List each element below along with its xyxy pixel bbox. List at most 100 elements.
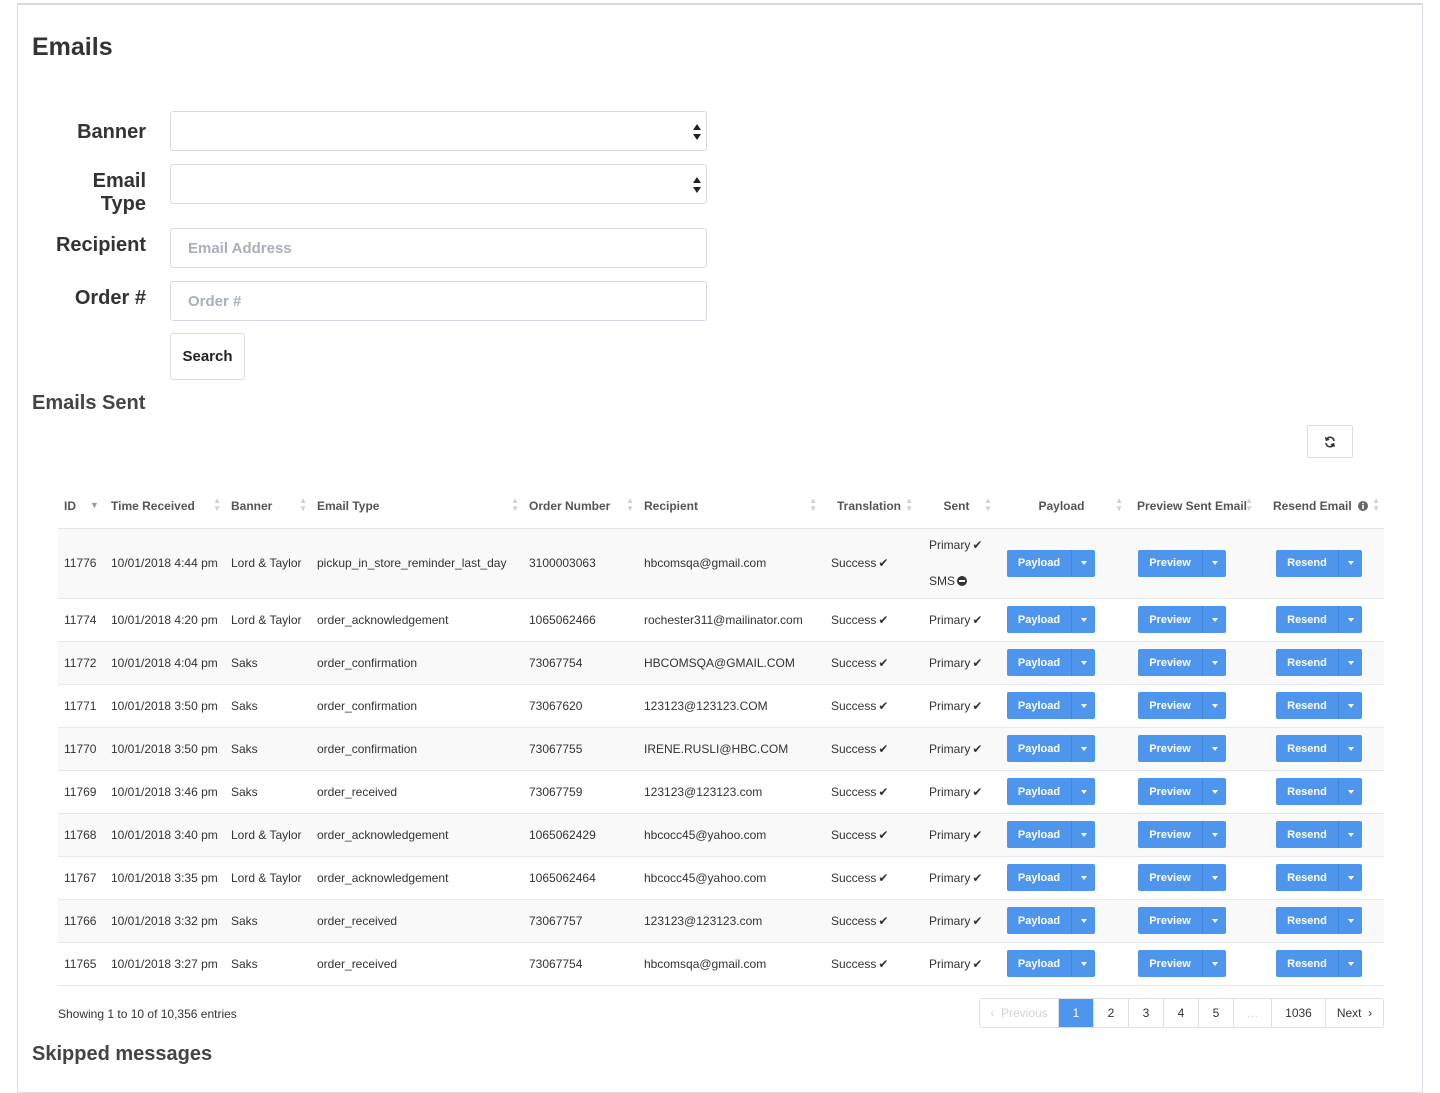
preview-dropdown-toggle[interactable] bbox=[1203, 692, 1226, 719]
preview-dropdown-toggle[interactable] bbox=[1203, 950, 1226, 977]
resend-dropdown-toggle[interactable] bbox=[1339, 864, 1362, 891]
payload-button[interactable]: Payload bbox=[1007, 692, 1072, 719]
preview-button[interactable]: Preview bbox=[1138, 649, 1203, 676]
payload-button[interactable]: Payload bbox=[1007, 549, 1072, 577]
preview-button[interactable]: Preview bbox=[1138, 864, 1203, 891]
resend-button[interactable]: Resend bbox=[1276, 649, 1339, 676]
preview-button[interactable]: Preview bbox=[1138, 549, 1203, 577]
payload-dropdown-toggle[interactable] bbox=[1072, 864, 1095, 891]
col-header-translation[interactable]: Translation ▲ ▼ bbox=[821, 484, 917, 529]
preview-dropdown-toggle[interactable] bbox=[1203, 550, 1226, 577]
resend-dropdown-toggle[interactable] bbox=[1339, 649, 1362, 676]
resend-dropdown-toggle[interactable] bbox=[1339, 950, 1362, 977]
payload-button[interactable]: Payload bbox=[1007, 907, 1072, 934]
pagination-page-4[interactable]: 4 bbox=[1164, 999, 1199, 1027]
payload-split-button: Payload bbox=[1007, 549, 1095, 577]
preview-dropdown-toggle[interactable] bbox=[1203, 649, 1226, 676]
info-icon[interactable] bbox=[1358, 500, 1369, 511]
resend-dropdown-toggle[interactable] bbox=[1339, 692, 1362, 719]
resend-button[interactable]: Resend bbox=[1276, 950, 1339, 977]
cell-recipient: 123123@123123.com bbox=[638, 899, 821, 943]
payload-dropdown-toggle[interactable] bbox=[1072, 821, 1095, 848]
col-header-sent[interactable]: Sent ▲ ▼ bbox=[917, 484, 996, 529]
resend-button[interactable]: Resend bbox=[1276, 692, 1339, 719]
payload-button[interactable]: Payload bbox=[1007, 950, 1072, 977]
payload-button[interactable]: Payload bbox=[1007, 606, 1072, 633]
search-button[interactable]: Search bbox=[170, 333, 245, 380]
resend-dropdown-toggle[interactable] bbox=[1339, 907, 1362, 934]
pagination-page-5[interactable]: 5 bbox=[1199, 999, 1234, 1027]
caret-down-icon bbox=[1211, 660, 1218, 665]
preview-dropdown-toggle[interactable] bbox=[1203, 907, 1226, 934]
preview-button[interactable]: Preview bbox=[1138, 692, 1203, 719]
col-header-email-type[interactable]: Email Type ▲ ▼ bbox=[311, 484, 523, 529]
pagination-page-3[interactable]: 3 bbox=[1129, 999, 1164, 1027]
refresh-button[interactable] bbox=[1307, 425, 1353, 458]
payload-dropdown-toggle[interactable] bbox=[1072, 692, 1095, 719]
payload-button[interactable]: Payload bbox=[1007, 649, 1072, 676]
pagination-previous[interactable]: ‹ Previous bbox=[980, 999, 1059, 1027]
payload-button[interactable]: Payload bbox=[1007, 778, 1072, 805]
resend-button[interactable]: Resend bbox=[1276, 821, 1339, 848]
minus-circle-icon bbox=[957, 576, 968, 586]
resend-button[interactable]: Resend bbox=[1276, 735, 1339, 762]
check-icon: ✔ bbox=[972, 538, 983, 552]
payload-dropdown-toggle[interactable] bbox=[1072, 550, 1095, 577]
check-icon: ✔ bbox=[972, 655, 983, 670]
col-header-id[interactable]: ID ▼ bbox=[58, 484, 105, 529]
preview-button[interactable]: Preview bbox=[1138, 735, 1203, 762]
payload-button[interactable]: Payload bbox=[1007, 821, 1072, 848]
pagination-next[interactable]: Next › bbox=[1326, 999, 1383, 1027]
cell-translation: Success ✔ bbox=[821, 770, 917, 814]
col-header-banner[interactable]: Banner ▲ ▼ bbox=[225, 484, 311, 529]
payload-dropdown-toggle[interactable] bbox=[1072, 649, 1095, 676]
pagination-page-1[interactable]: 1 bbox=[1059, 999, 1094, 1027]
preview-dropdown-toggle[interactable] bbox=[1203, 821, 1226, 848]
resend-dropdown-toggle[interactable] bbox=[1339, 821, 1362, 848]
pagination-page-last[interactable]: 1036 bbox=[1272, 999, 1326, 1027]
payload-dropdown-toggle[interactable] bbox=[1072, 606, 1095, 633]
preview-button[interactable]: Preview bbox=[1138, 606, 1203, 633]
payload-dropdown-toggle[interactable] bbox=[1072, 735, 1095, 762]
col-header-recipient[interactable]: Recipient ▲ ▼ bbox=[638, 484, 821, 529]
payload-dropdown-toggle[interactable] bbox=[1072, 907, 1095, 934]
col-header-payload[interactable]: Payload ▲ ▼ bbox=[996, 484, 1127, 529]
caret-down-icon bbox=[1347, 961, 1354, 966]
payload-button[interactable]: Payload bbox=[1007, 864, 1072, 891]
cell-translation: Success ✔ bbox=[821, 684, 917, 728]
resend-dropdown-toggle[interactable] bbox=[1339, 735, 1362, 762]
pagination-page-2[interactable]: 2 bbox=[1094, 999, 1129, 1027]
resend-dropdown-toggle[interactable] bbox=[1339, 550, 1362, 577]
resend-button[interactable]: Resend bbox=[1276, 907, 1339, 934]
cell-resend: Resend bbox=[1257, 684, 1384, 728]
preview-button[interactable]: Preview bbox=[1138, 950, 1203, 977]
preview-dropdown-toggle[interactable] bbox=[1203, 606, 1226, 633]
preview-dropdown-toggle[interactable] bbox=[1203, 735, 1226, 762]
preview-button[interactable]: Preview bbox=[1138, 821, 1203, 848]
emails-sent-table: ID ▼ Time Received ▲ ▼ Banner ▲ ▼ Email Type ▲… bbox=[58, 484, 1384, 986]
caret-down-icon bbox=[1080, 918, 1087, 923]
cell-recipient: IRENE.RUSLI@HBC.COM bbox=[638, 727, 821, 771]
preview-dropdown-toggle[interactable] bbox=[1203, 864, 1226, 891]
payload-button[interactable]: Payload bbox=[1007, 735, 1072, 762]
preview-button[interactable]: Preview bbox=[1138, 907, 1203, 934]
email-type-select[interactable] bbox=[170, 164, 707, 204]
order-input[interactable] bbox=[170, 281, 707, 321]
preview-button[interactable]: Preview bbox=[1138, 778, 1203, 805]
col-header-preview[interactable]: Preview Sent Email ▲ ▼ bbox=[1127, 484, 1257, 529]
payload-dropdown-toggle[interactable] bbox=[1072, 778, 1095, 805]
resend-dropdown-toggle[interactable] bbox=[1339, 778, 1362, 805]
col-header-resend[interactable]: Resend Email ▲ ▼ bbox=[1257, 484, 1384, 529]
resend-button[interactable]: Resend bbox=[1276, 549, 1339, 577]
resend-button[interactable]: Resend bbox=[1276, 606, 1339, 633]
payload-dropdown-toggle[interactable] bbox=[1072, 950, 1095, 977]
col-header-order-number[interactable]: Order Number ▲ ▼ bbox=[523, 484, 638, 529]
resend-button[interactable]: Resend bbox=[1276, 864, 1339, 891]
recipient-input[interactable] bbox=[170, 228, 707, 268]
resend-button[interactable]: Resend bbox=[1276, 778, 1339, 805]
col-header-time[interactable]: Time Received ▲ ▼ bbox=[105, 484, 225, 529]
banner-select[interactable] bbox=[170, 111, 707, 151]
resend-dropdown-toggle[interactable] bbox=[1339, 606, 1362, 633]
preview-dropdown-toggle[interactable] bbox=[1203, 778, 1226, 805]
cell-resend: Resend bbox=[1257, 598, 1384, 642]
